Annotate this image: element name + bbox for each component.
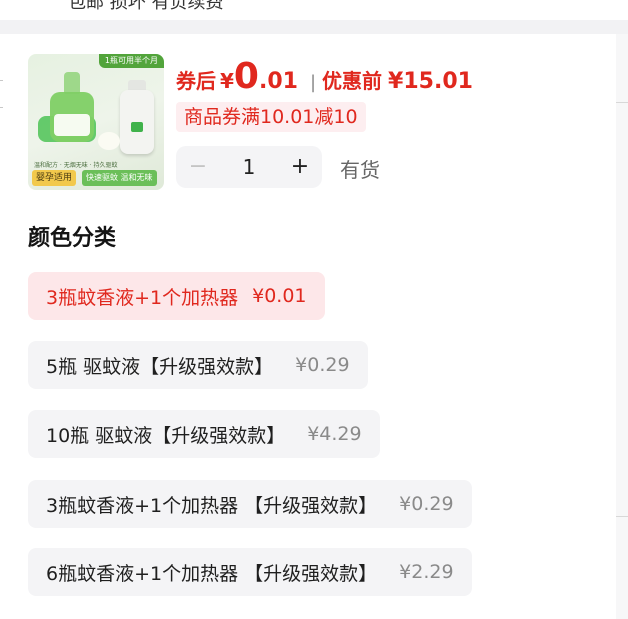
before-discount-label: 优惠前: [322, 69, 383, 93]
price-row: 券后 ¥ 0 .01 | 优惠前 ¥15.01: [176, 56, 473, 97]
variant-price: ¥0.29: [399, 493, 454, 515]
device-button-graphic: [131, 122, 143, 132]
increase-quantity-button[interactable]: +: [278, 146, 322, 188]
variant-name: 3瓶蚊香液+1个加热器 【升级强效款】: [46, 494, 378, 517]
flower-graphic: [98, 132, 120, 150]
variant-section-title: 颜色分类: [28, 226, 117, 251]
stock-status: 有货: [340, 158, 380, 182]
thumbnail-tag-right: 快速驱蚊 温和无味: [82, 170, 157, 186]
price-separator: |: [309, 72, 317, 93]
bottle-label-graphic: [54, 114, 90, 136]
variant-price: ¥0.01: [252, 285, 307, 307]
variant-option[interactable]: 3瓶蚊香液+1个加热器 【升级强效款】 ¥0.29: [28, 480, 472, 528]
sku-selector-sheet: 1瓶可用半个月 温和配方 · 无烟无味 · 持久驱蚊 婴孕适用 快速驱蚊 温和无…: [12, 34, 616, 619]
variant-name: 5瓶 驱蚊液【升级强效款】: [46, 355, 274, 378]
variant-price: ¥4.29: [307, 423, 362, 445]
variant-name: 3瓶蚊香液+1个加热器: [46, 286, 239, 309]
variant-option[interactable]: 6瓶蚊香液+1个加热器 【升级强效款】 ¥2.29: [28, 548, 472, 596]
after-coupon-price-dec: .01: [258, 69, 298, 94]
decrease-quantity-button[interactable]: −: [176, 146, 220, 188]
product-thumbnail[interactable]: 1瓶可用半个月 温和配方 · 无烟无味 · 持久驱蚊 婴孕适用 快速驱蚊 温和无…: [28, 54, 164, 190]
variant-option[interactable]: 10瓶 驱蚊液【升级强效款】 ¥4.29: [28, 410, 380, 458]
currency-symbol: ¥: [220, 69, 234, 93]
section-gap: [0, 20, 628, 34]
variant-price: ¥0.29: [295, 354, 350, 376]
after-coupon-label: 券后: [176, 69, 216, 93]
right-edge: [616, 34, 628, 619]
quantity-stepper: − 1 +: [176, 146, 322, 188]
after-coupon-price-int: 0: [233, 56, 259, 97]
previous-card-bottom: 包邮 损坏 有负续费: [0, 0, 628, 20]
previous-card-text: 包邮 损坏 有负续费: [68, 0, 224, 13]
variant-option[interactable]: 3瓶蚊香液+1个加热器 ¥0.01: [28, 272, 325, 320]
left-edge-marks: [0, 80, 4, 120]
variant-option[interactable]: 5瓶 驱蚊液【升级强效款】 ¥0.29: [28, 341, 368, 389]
thumbnail-fine-print: 温和配方 · 无烟无味 · 持久驱蚊: [34, 162, 118, 169]
variant-name: 10瓶 驱蚊液【升级强效款】: [46, 424, 286, 447]
bottle-cap-graphic: [64, 72, 80, 94]
quantity-value[interactable]: 1: [220, 155, 278, 179]
thumbnail-tag-left: 婴孕适用: [32, 170, 77, 186]
thumbnail-badge: 1瓶可用半个月: [98, 54, 164, 68]
coupon-badge: 商品券满10.01减10: [176, 102, 366, 132]
variant-price: ¥2.29: [399, 561, 454, 583]
before-discount-price: ¥15.01: [388, 69, 473, 94]
variant-name: 6瓶蚊香液+1个加热器 【升级强效款】: [46, 562, 378, 585]
